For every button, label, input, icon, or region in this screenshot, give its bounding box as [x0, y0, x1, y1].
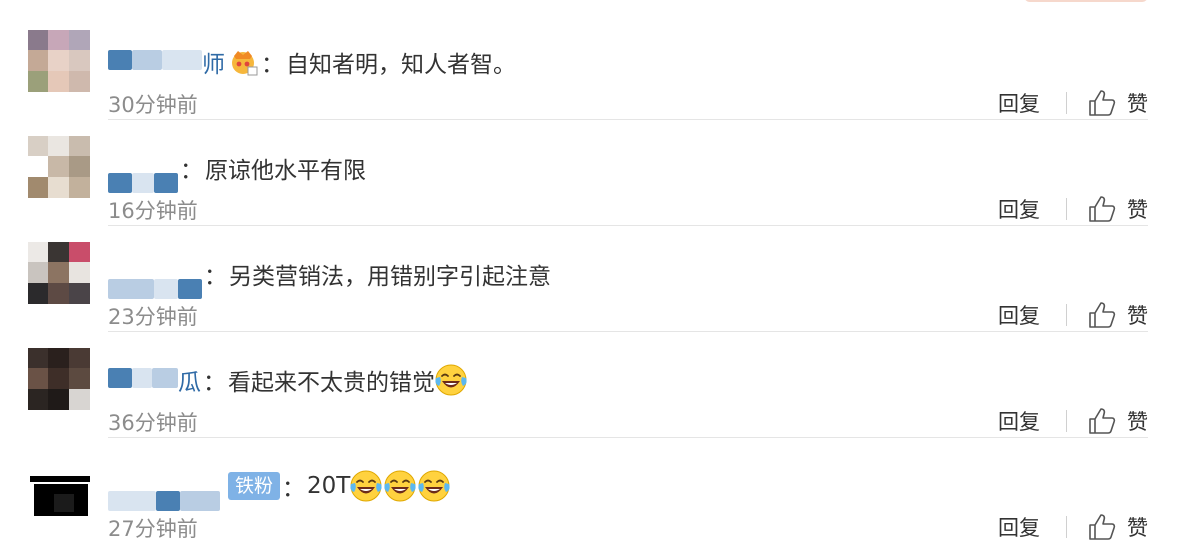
separator: ： [203, 370, 226, 396]
thumbs-up-icon [1089, 90, 1116, 116]
comment-text: 原谅他水平有限 [205, 158, 366, 184]
thumbs-up-icon [1089, 302, 1116, 328]
like-button[interactable]: 赞 [1087, 406, 1148, 436]
username[interactable]: 瓜 [108, 363, 201, 397]
like-label: 赞 [1127, 516, 1148, 540]
divider [1066, 516, 1067, 538]
like-button[interactable]: 赞 [1087, 512, 1148, 542]
timestamp: 16分钟前 [108, 199, 198, 223]
divider [1066, 304, 1067, 326]
emoji-group [350, 468, 452, 504]
avatar[interactable] [28, 30, 90, 92]
laughing-crying-emoji-icon [382, 468, 418, 504]
reply-button[interactable]: 回复 [998, 512, 1040, 542]
iron-fan-badge: 铁粉 [228, 472, 281, 500]
divider [1066, 410, 1067, 432]
laughing-crying-emoji-icon [433, 362, 469, 398]
divider [1066, 92, 1067, 114]
laughing-crying-emoji-icon [348, 468, 384, 504]
like-button[interactable]: 赞 [1087, 300, 1148, 330]
vip-crown-icon [229, 47, 259, 77]
reply-button[interactable]: 回复 [998, 406, 1040, 436]
like-label: 赞 [1127, 198, 1148, 222]
separator: ： [261, 52, 284, 78]
emoji-group [435, 362, 469, 398]
comment-item: 师 ： 自知者明，知人者智。 30分钟前 回复 赞 [28, 16, 1148, 120]
reply-button[interactable]: 回复 [998, 88, 1040, 118]
avatar[interactable] [28, 454, 90, 516]
top-tab-edge [1024, 0, 1148, 2]
thumbs-up-icon [1089, 196, 1116, 222]
comment-text: 20T [307, 473, 351, 499]
avatar[interactable] [28, 242, 90, 304]
comment-item: ： 原谅他水平有限 16分钟前 回复 赞 [28, 122, 1148, 226]
timestamp: 36分钟前 [108, 411, 198, 435]
separator: ： [180, 158, 203, 184]
divider [1066, 198, 1067, 220]
comment-text: 自知者明，知人者智。 [286, 52, 516, 78]
separator: ： [282, 476, 306, 502]
timestamp: 23分钟前 [108, 305, 198, 329]
like-label: 赞 [1127, 410, 1148, 434]
reply-button[interactable]: 回复 [998, 194, 1040, 224]
timestamp: 27分钟前 [108, 517, 198, 541]
comment-item: ： 另类营销法，用错别字引起注意 23分钟前 回复 赞 [28, 228, 1148, 332]
comment-item: 铁粉 ： 20T 27分钟前 回复 赞 [28, 440, 1148, 542]
comment-item: 瓜 ： 看起来不太贵的错觉 36分钟前 回复 赞 [28, 334, 1148, 438]
like-button[interactable]: 赞 [1087, 194, 1148, 224]
comment-text: 另类营销法，用错别字引起注意 [229, 264, 551, 290]
reply-button[interactable]: 回复 [998, 300, 1040, 330]
comment-text: 看起来不太贵的错觉 [228, 370, 435, 396]
thumbs-up-icon [1089, 408, 1116, 434]
like-label: 赞 [1127, 92, 1148, 116]
like-button[interactable]: 赞 [1087, 88, 1148, 118]
separator: ： [204, 264, 227, 290]
avatar[interactable] [28, 348, 90, 410]
avatar[interactable] [28, 136, 90, 198]
timestamp: 30分钟前 [108, 93, 198, 117]
laughing-crying-emoji-icon [416, 468, 452, 504]
like-label: 赞 [1127, 304, 1148, 328]
thumbs-up-icon [1089, 514, 1116, 540]
username[interactable]: 师 [108, 45, 225, 79]
